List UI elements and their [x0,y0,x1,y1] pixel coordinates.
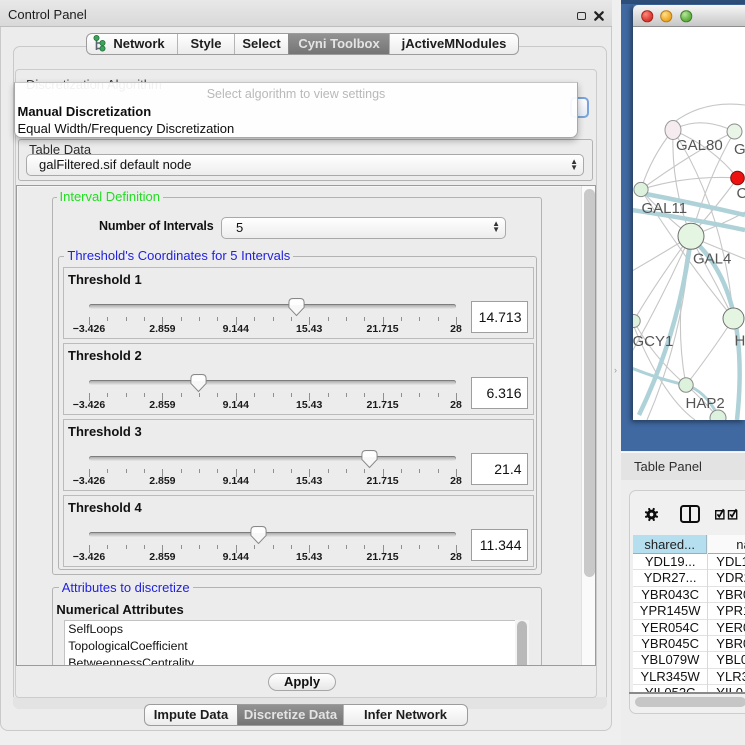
svg-text:GA: GA [734,141,745,158]
svg-text:GAL4: GAL4 [693,251,731,268]
svg-text:GAL11: GAL11 [642,200,688,217]
svg-text:HAP2: HAP2 [686,395,725,412]
svg-text:GAL80: GAL80 [676,137,723,154]
svg-text:HA: HA [735,333,745,350]
svg-text:GCY1: GCY1 [633,333,673,350]
svg-text:C: C [737,185,745,202]
